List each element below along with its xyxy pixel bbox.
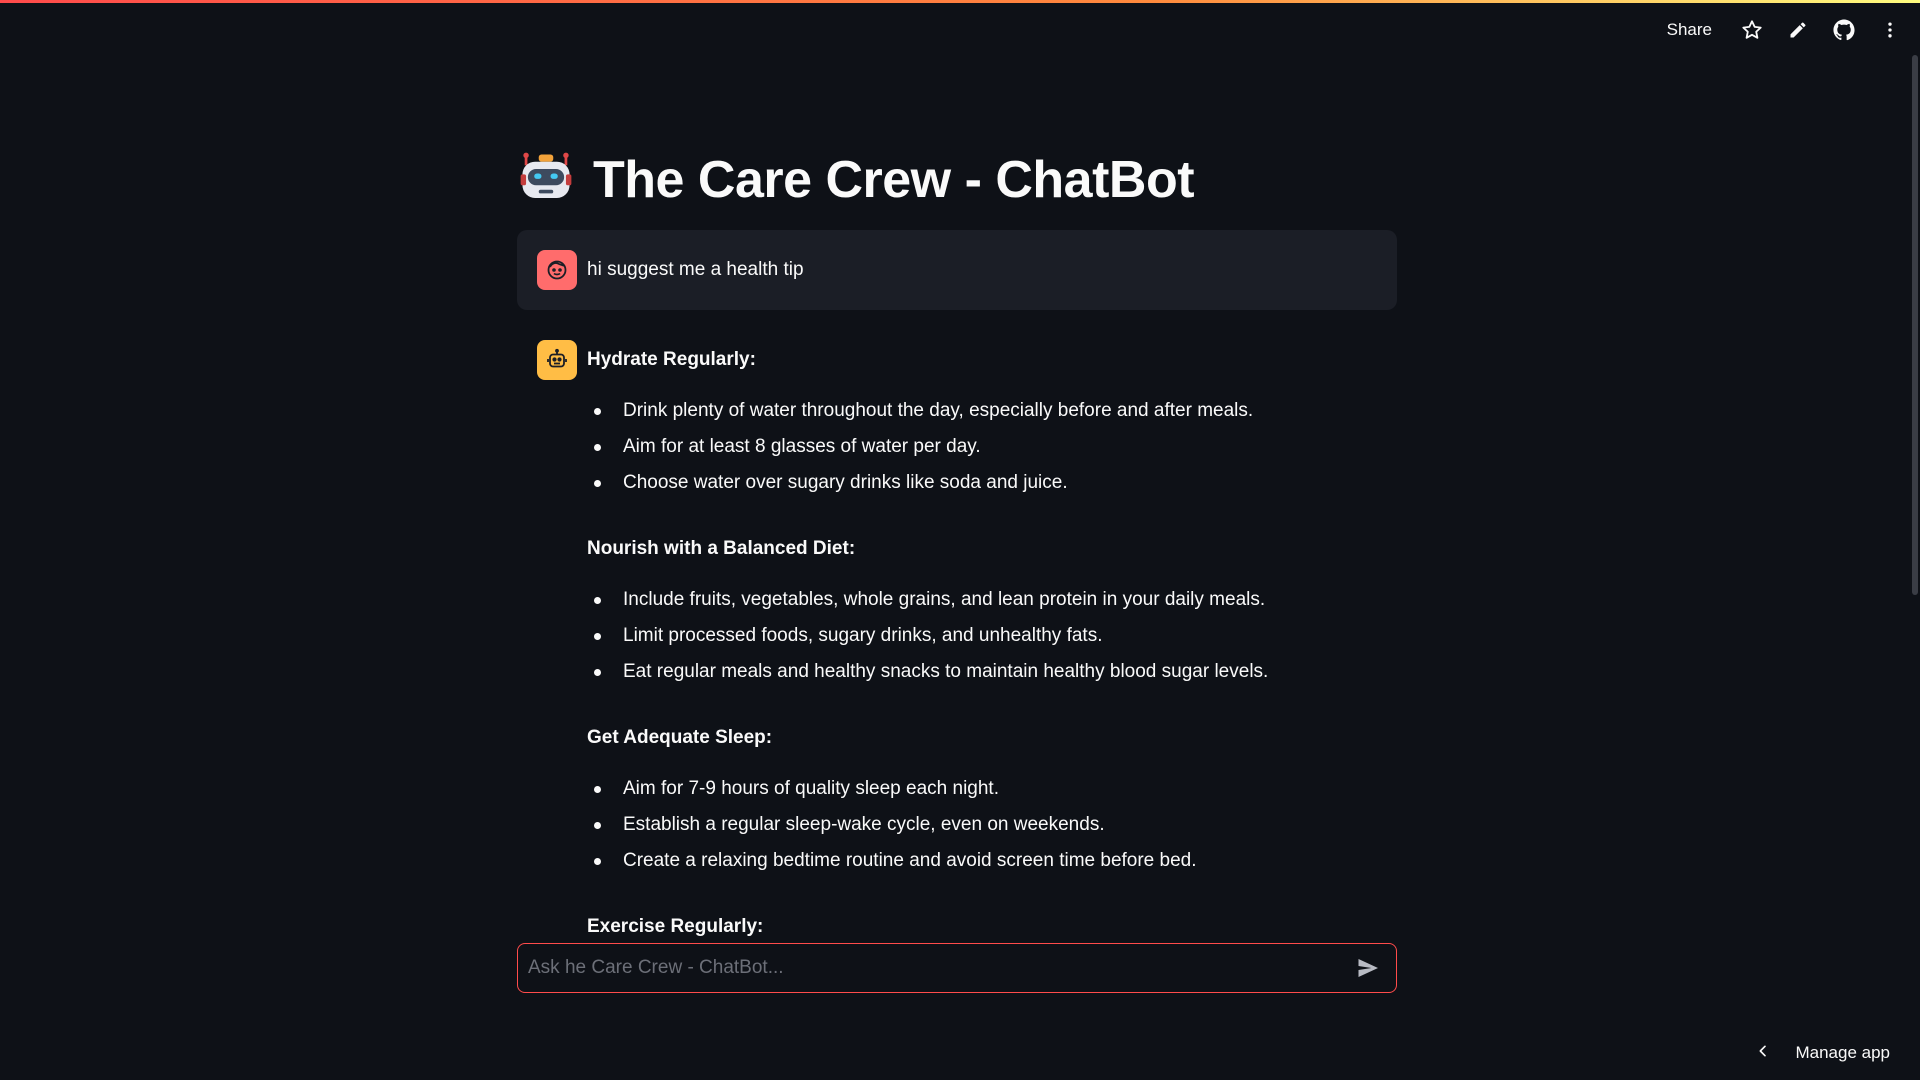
assistant-message-content: Hydrate Regularly: Drink plenty of water… — [587, 340, 1268, 939]
list-item: Aim for at least 8 glasses of water per … — [587, 435, 1268, 471]
chat-input[interactable] — [528, 957, 1350, 979]
list-item: Drink plenty of water throughout the day… — [587, 399, 1268, 435]
section-title: Get Adequate Sleep: — [587, 727, 773, 748]
user-message-text: hi suggest me a health tip — [587, 259, 804, 280]
list-item: Limit processed foods, sugary drinks, an… — [587, 624, 1268, 660]
section-title: Hydrate Regularly: — [587, 349, 756, 370]
page-title: The Care Crew - ChatBot — [593, 151, 1195, 209]
bullet-list: Aim for 7-9 hours of quality sleep each … — [587, 777, 1268, 885]
user-face-icon — [537, 250, 577, 290]
user-message: hi suggest me a health tip — [517, 230, 1397, 310]
list-item: Eat regular meals and healthy snacks to … — [587, 660, 1268, 696]
main-content: The Care Crew - ChatBot hi suggest me a … — [517, 140, 1397, 939]
send-icon — [1358, 959, 1378, 977]
list-item: Create a relaxing bedtime routine and av… — [587, 849, 1268, 885]
list-item: Aim for 7-9 hours of quality sleep each … — [587, 777, 1268, 813]
section-title: Exercise Regularly: — [587, 916, 764, 937]
top-toolbar: Share — [1657, 12, 1906, 48]
bullet-list: Include fruits, vegetables, whole grains… — [587, 588, 1268, 696]
bullet-list: Drink plenty of water throughout the day… — [587, 399, 1268, 507]
bot-icon — [537, 340, 577, 380]
more-vert-icon[interactable] — [1874, 14, 1906, 46]
section-title: Nourish with a Balanced Diet: — [587, 538, 856, 559]
scrollbar[interactable] — [1912, 55, 1918, 595]
list-item: Choose water over sugary drinks like sod… — [587, 471, 1268, 507]
manage-app-button[interactable]: Manage app — [1755, 1038, 1890, 1068]
page-header: The Care Crew - ChatBot — [517, 140, 1397, 220]
header-decoration-bar — [0, 0, 1920, 3]
manage-app-label: Manage app — [1795, 1043, 1890, 1062]
list-item: Establish a regular sleep-wake cycle, ev… — [587, 813, 1268, 849]
chat-input-container — [517, 943, 1397, 993]
assistant-message: Hydrate Regularly: Drink plenty of water… — [517, 340, 1397, 939]
robot-icon — [517, 149, 575, 212]
send-button[interactable] — [1350, 950, 1386, 986]
github-icon[interactable] — [1828, 14, 1860, 46]
chevron-left-icon — [1755, 1043, 1771, 1064]
list-item: Include fruits, vegetables, whole grains… — [587, 588, 1268, 624]
pencil-icon[interactable] — [1782, 14, 1814, 46]
star-icon[interactable] — [1736, 14, 1768, 46]
share-button[interactable]: Share — [1657, 14, 1722, 46]
